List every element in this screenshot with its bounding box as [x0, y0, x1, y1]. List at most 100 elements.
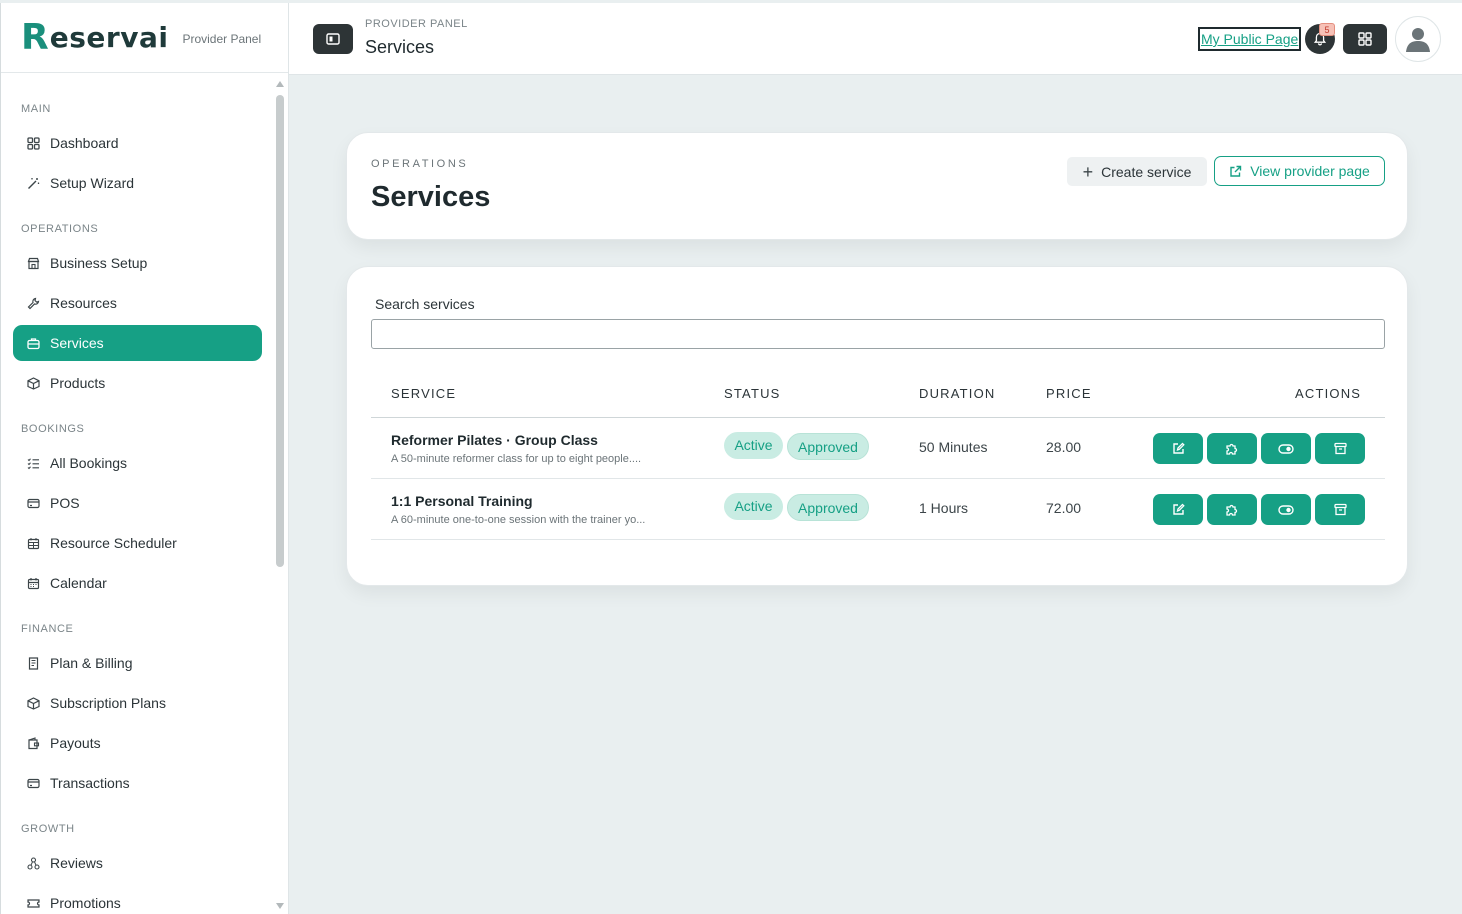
- sidebar-item-label: Subscription Plans: [50, 695, 166, 711]
- sidebar-item-plan-billing[interactable]: Plan & Billing: [13, 645, 262, 681]
- credit-card-icon: [26, 776, 40, 790]
- sidebar-item-calendar[interactable]: Calendar: [13, 565, 262, 601]
- grid-icon: [26, 136, 40, 150]
- approval-badge: Approved: [787, 494, 869, 521]
- my-public-page-link[interactable]: My Public Page: [1198, 27, 1302, 51]
- sidebar-item-subscription-plans[interactable]: Subscription Plans: [13, 685, 262, 721]
- credit-card-icon: [26, 496, 40, 510]
- create-service-button[interactable]: + Create service: [1067, 157, 1207, 186]
- toggle-icon: [1278, 504, 1294, 516]
- calendar-grid-icon: [26, 536, 40, 550]
- sidebar-item-pos[interactable]: POS: [13, 485, 262, 521]
- sidebar-item-label: Reviews: [50, 855, 103, 871]
- sidebar-item-payouts[interactable]: Payouts: [13, 725, 262, 761]
- sidebar-item-reviews[interactable]: Reviews: [13, 845, 262, 881]
- plus-icon: +: [1082, 161, 1094, 182]
- nav-section-title: GROWTH: [21, 823, 75, 835]
- toggle-status-button[interactable]: [1261, 433, 1311, 464]
- apps-menu-button[interactable]: [1343, 24, 1387, 54]
- list-check-icon: [26, 456, 40, 470]
- archive-icon: [1333, 442, 1347, 455]
- column-header-duration: DURATION: [919, 386, 996, 401]
- scroll-down-arrow[interactable]: [276, 903, 284, 909]
- page-title: Services: [371, 181, 491, 213]
- brand: Reservai Provider Panel: [1, 3, 288, 73]
- edit-button[interactable]: [1153, 433, 1203, 464]
- table-row: Reformer Pilates · Group Class A 50-minut…: [371, 418, 1385, 479]
- external-link-icon: [1229, 165, 1242, 178]
- user-avatar[interactable]: [1395, 16, 1441, 62]
- create-service-label: Create service: [1101, 163, 1192, 180]
- sidebar-item-products[interactable]: Products: [13, 365, 262, 401]
- wallet-icon: [26, 736, 40, 750]
- sidebar-item-label: Services: [50, 335, 104, 351]
- scroll-up-arrow[interactable]: [276, 81, 284, 87]
- logo-initial: R: [21, 16, 49, 58]
- sidebar-item-label: All Bookings: [50, 455, 128, 471]
- archive-button[interactable]: [1315, 433, 1365, 464]
- edit-icon: [1172, 442, 1185, 455]
- archive-button[interactable]: [1315, 494, 1365, 525]
- view-provider-page-label: View provider page: [1250, 163, 1370, 179]
- sidebar-item-promotions[interactable]: Promotions: [13, 885, 262, 914]
- topbar: PROVIDER PANEL Services My Public Page 5: [289, 3, 1462, 75]
- sidebar: Reservai Provider Panel MAIN Dashboard Set…: [0, 3, 289, 914]
- sidebar-item-label: Products: [50, 375, 106, 391]
- sidebar-item-setup-wizard[interactable]: Setup Wizard: [13, 165, 262, 201]
- section-eyebrow: OPERATIONS: [371, 158, 469, 170]
- sidebar-item-services[interactable]: Services: [13, 325, 262, 361]
- sidebar-item-label: Transactions: [50, 775, 130, 791]
- price-cell: 72.00: [1046, 500, 1082, 516]
- notification-count-badge: 5: [1319, 23, 1335, 36]
- duration-cell: 50 Minutes: [919, 439, 988, 455]
- topbar-title: Services: [365, 37, 435, 57]
- sidebar-toggle-button[interactable]: [313, 24, 353, 54]
- toggle-status-button[interactable]: [1261, 494, 1311, 525]
- sidebar-scrollbar[interactable]: [276, 95, 284, 567]
- sidebar-item-label: Business Setup: [50, 255, 148, 271]
- search-input[interactable]: [371, 319, 1385, 349]
- addons-button[interactable]: [1207, 433, 1257, 464]
- edit-button[interactable]: [1153, 494, 1203, 525]
- sidebar-item-dashboard[interactable]: Dashboard: [13, 125, 262, 161]
- puzzle-icon: [1225, 442, 1239, 456]
- brand-subtitle: Provider Panel: [182, 31, 262, 46]
- sidebar-item-resource-scheduler[interactable]: Resource Scheduler: [13, 525, 262, 561]
- sidebar-item-all-bookings[interactable]: All Bookings: [13, 445, 262, 481]
- column-header-status: STATUS: [724, 386, 781, 401]
- ticket-icon: [26, 896, 40, 910]
- nav-section-title: OPERATIONS: [21, 223, 99, 235]
- sidebar-item-transactions[interactable]: Transactions: [13, 765, 262, 801]
- service-name: 1:1 Personal Training: [391, 493, 533, 509]
- wrench-icon: [26, 296, 40, 310]
- sidebar-item-label: Payouts: [50, 735, 101, 751]
- box-icon: [26, 376, 40, 390]
- search-label: Search services: [375, 296, 475, 312]
- toggle-icon: [1278, 443, 1294, 455]
- user-icon: [1406, 28, 1430, 52]
- view-provider-page-button[interactable]: View provider page: [1214, 156, 1385, 186]
- addons-button[interactable]: [1207, 494, 1257, 525]
- sidebar-item-resources[interactable]: Resources: [13, 285, 262, 321]
- approval-badge: Approved: [787, 433, 869, 460]
- services-list-card: Search services SERVICE STATUS DURATION …: [346, 266, 1408, 586]
- magic-wand-icon: [26, 176, 40, 190]
- sidebar-item-label: Resource Scheduler: [50, 535, 177, 551]
- storefront-icon: [26, 256, 40, 270]
- sidebar-item-business-setup[interactable]: Business Setup: [13, 245, 262, 281]
- edit-icon: [1172, 503, 1185, 516]
- nav-section-title: MAIN: [21, 103, 51, 115]
- logo[interactable]: Reservai: [21, 16, 168, 58]
- sidebar-item-label: Setup Wizard: [50, 175, 135, 191]
- status-badge: Active: [724, 432, 783, 459]
- nav-section-title: BOOKINGS: [21, 423, 85, 435]
- status-badge: Active: [724, 493, 783, 520]
- nav-section-title: FINANCE: [21, 623, 74, 635]
- sidebar-nav: MAIN Dashboard Setup Wizard OPERATIONS Busin…: [1, 75, 274, 914]
- sidebar-toggle-icon: [326, 33, 340, 45]
- puzzle-icon: [1225, 503, 1239, 517]
- page-header-card: OPERATIONS Services + Create service Vie…: [346, 132, 1408, 240]
